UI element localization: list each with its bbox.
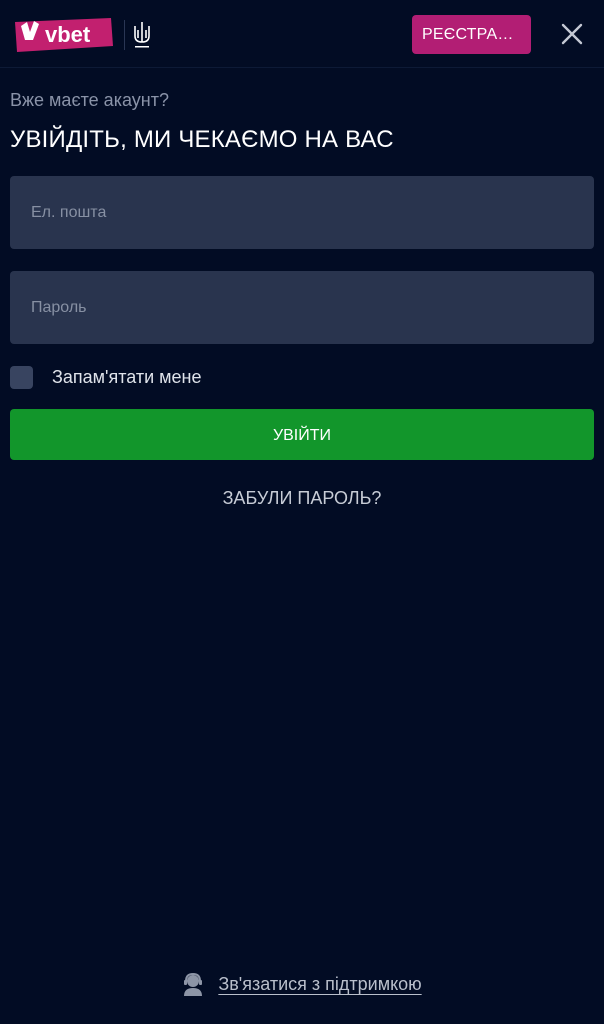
- close-icon: [561, 23, 583, 45]
- login-title: УВІЙДІТЬ, МИ ЧЕКАЄМО НА ВАС: [10, 126, 394, 153]
- password-input[interactable]: [10, 271, 594, 344]
- vbet-logo[interactable]: vbet: [11, 16, 115, 54]
- trident-emblem-icon: [134, 22, 150, 48]
- support-label: Зв'язатися з підтримкою: [218, 973, 422, 994]
- support-link[interactable]: Зв'язатися з підтримкою: [0, 972, 604, 996]
- login-subtitle: Вже маєте акаунт?: [10, 90, 169, 110]
- email-input[interactable]: [10, 176, 594, 249]
- login-page: vbet РЕЄСТРАЦІЯ Вже маєте акаунт? УВІЙДІ…: [0, 0, 604, 1024]
- header: vbet РЕЄСТРАЦІЯ: [0, 0, 604, 68]
- remember-me[interactable]: Запам'ятати мене: [10, 365, 202, 389]
- logo-text: vbet: [45, 22, 91, 47]
- register-button[interactable]: РЕЄСТРАЦІЯ: [412, 15, 531, 54]
- support-agent-icon: [184, 972, 203, 996]
- remember-me-label: Запам'ятати мене: [52, 366, 202, 387]
- login-button[interactable]: УВІЙТИ: [10, 409, 594, 460]
- close-button[interactable]: [556, 18, 588, 50]
- logo-divider: [124, 20, 125, 50]
- remember-me-checkbox[interactable]: [10, 365, 33, 389]
- forgot-password-link[interactable]: ЗАБУЛИ ПАРОЛЬ?: [0, 488, 604, 509]
